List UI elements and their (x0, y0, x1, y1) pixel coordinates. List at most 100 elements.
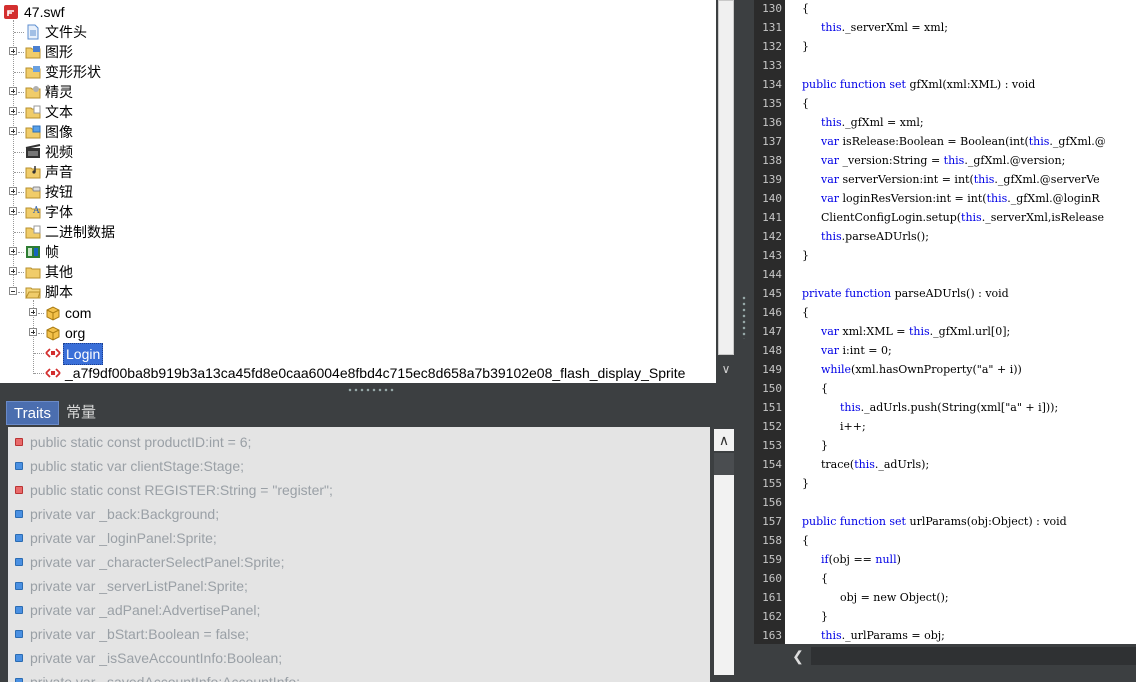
chevron-left-icon[interactable]: ❮ (787, 646, 809, 666)
expand-toggle[interactable] (9, 127, 17, 135)
trait-text: private var _isSaveAccountInfo:Boolean; (30, 650, 283, 666)
film-icon (25, 144, 41, 158)
code-token: gfXml(xml:XML) : void (905, 78, 1036, 91)
line-number: 150 (762, 382, 782, 395)
code-horizontal-scrollbar[interactable]: ❮ (785, 644, 1136, 668)
variable-icon (15, 654, 23, 662)
tab-bar: Traits 常量 (0, 399, 736, 427)
grip-icon (742, 295, 746, 339)
tab-traits[interactable]: Traits (6, 401, 59, 425)
code-token: _version:String = (839, 154, 944, 167)
resource-tree: 47.swf 文件头 图形 变形形状 精灵 文本 图像 视频 声音 按钮 A 字… (0, 0, 736, 383)
code-editor[interactable]: {this._serverXml = xml;} public function … (785, 0, 1136, 644)
code-line: var i:int = 0; (821, 341, 892, 360)
code-token: ._gfXml.@version; (964, 154, 1066, 167)
expand-toggle[interactable] (9, 187, 17, 195)
line-number: 141 (762, 211, 782, 224)
line-number: 136 (762, 116, 782, 129)
expand-toggle[interactable] (9, 47, 17, 55)
line-number: 133 (762, 59, 782, 72)
code-keyword: var (821, 135, 840, 148)
expand-toggle[interactable] (9, 107, 17, 115)
code-line: while(xml.hasOwnProperty("a" + i)) (821, 360, 1022, 379)
trait-text: private var _serverListPanel:Sprite; (30, 578, 248, 594)
variable-icon (15, 582, 23, 590)
package-icon (46, 306, 60, 321)
code-token: parseADUrls() : void (891, 287, 1009, 300)
tree-item-label: 二进制数据 (45, 224, 115, 240)
tree-item-label: 图像 (45, 124, 73, 140)
expand-toggle[interactable] (9, 267, 17, 275)
code-token: ._gfXml.@loginR (1007, 192, 1100, 205)
code-keyword: this (821, 116, 842, 129)
code-line: this._gfXml = xml; (821, 113, 924, 132)
code-line: } (821, 607, 828, 626)
code-token: i:int = 0; (839, 344, 892, 357)
code-token: } (802, 477, 809, 490)
code-line: this._urlParams = obj; (821, 626, 945, 644)
code-keyword: if (821, 553, 829, 566)
folder-morph-icon (25, 66, 41, 79)
collapse-toggle[interactable] (9, 287, 17, 295)
code-line: obj = new Object(); (840, 588, 949, 607)
scroll-thumb[interactable] (714, 475, 734, 675)
as-script-icon (45, 348, 61, 358)
line-number: 151 (762, 401, 782, 414)
tree-item-label: 精灵 (45, 84, 73, 100)
code-token: ._gfXml.@ (1049, 135, 1106, 148)
folder-image-icon (25, 125, 41, 139)
expand-toggle[interactable] (9, 207, 17, 215)
chevron-up-icon[interactable]: ∧ (714, 429, 734, 451)
tree-item-label: 帧 (45, 244, 59, 260)
line-number: 145 (762, 287, 782, 300)
expand-toggle[interactable] (9, 87, 17, 95)
scroll-track[interactable] (714, 453, 734, 475)
code-keyword: this (821, 230, 842, 243)
tree-item-label: 字体 (45, 204, 73, 220)
line-number: 162 (762, 610, 782, 623)
vertical-splitter[interactable] (736, 0, 754, 682)
variable-icon (15, 462, 23, 470)
line-number: 147 (762, 325, 782, 338)
scroll-track[interactable] (811, 647, 1136, 665)
variable-icon (15, 534, 23, 542)
chevron-down-icon[interactable]: ∨ (718, 358, 734, 380)
expand-toggle[interactable] (9, 247, 17, 255)
code-line: public function set urlParams(obj:Object… (802, 512, 1067, 531)
code-line: var serverVersion:int = int(this._gfXml.… (821, 170, 1100, 189)
line-number: 131 (762, 21, 782, 34)
tree-item-label: 脚本 (45, 284, 73, 300)
code-token: { (821, 572, 828, 585)
code-line: public function set gfXml(xml:XML) : voi… (802, 75, 1035, 94)
folder-binary-icon (25, 225, 41, 239)
line-number: 149 (762, 363, 782, 376)
scroll-thumb[interactable] (718, 0, 734, 355)
code-token: ._adUrls); (874, 458, 930, 471)
trait-text: public static const productID:int = 6; (30, 434, 252, 450)
variable-icon (15, 606, 23, 614)
line-number: 158 (762, 534, 782, 547)
code-token: } (802, 249, 809, 262)
expand-toggle[interactable] (29, 308, 37, 316)
code-line: i++; (840, 417, 866, 436)
code-line: this._adUrls.push(String(xml["a" + i])); (840, 398, 1058, 417)
expand-toggle[interactable] (29, 328, 37, 336)
traits-scrollbar[interactable]: ∧ (710, 427, 736, 682)
tree-scrollbar[interactable]: ∨ (716, 0, 736, 383)
horizontal-splitter[interactable] (0, 383, 736, 399)
constant-icon (15, 438, 23, 446)
code-token: } (821, 439, 828, 452)
code-keyword: private function (802, 287, 892, 300)
code-token: ) (896, 553, 901, 566)
tree-item-label: 图形 (45, 44, 73, 60)
as-script-icon (45, 368, 61, 378)
trait-text: private var _adPanel:AdvertisePanel; (30, 602, 261, 618)
code-line: this.parseADUrls(); (821, 227, 929, 246)
line-number: 143 (762, 249, 782, 262)
folder-shapes-icon (25, 46, 41, 59)
code-line: { (802, 531, 809, 550)
tab-constants[interactable]: 常量 (59, 401, 103, 425)
code-line: { (802, 303, 809, 322)
code-line: trace(this._adUrls); (821, 455, 929, 474)
tree-item-label: 文本 (45, 104, 73, 120)
